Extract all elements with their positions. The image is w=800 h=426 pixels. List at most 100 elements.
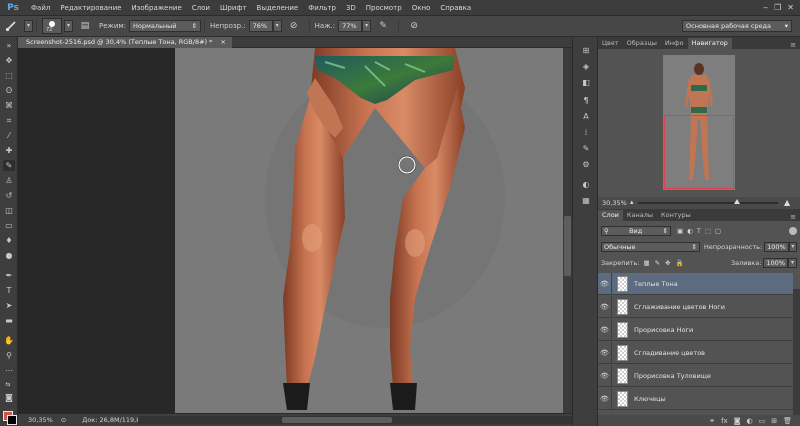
hand-tool-icon[interactable]: ✋: [3, 335, 15, 346]
character-panel-icon[interactable]: A: [580, 111, 592, 122]
3d-panel-icon[interactable]: ◈: [580, 61, 592, 72]
horizontal-scroll-thumb[interactable]: [282, 417, 392, 423]
link-layers-icon[interactable]: ⚭: [709, 417, 715, 425]
mode-select[interactable]: Нормальный ⇕: [129, 20, 202, 32]
layer-mask-icon[interactable]: ◙: [734, 417, 741, 425]
menu-type[interactable]: Шрифт: [215, 0, 252, 16]
zoom-tool-icon[interactable]: ⚲: [3, 350, 15, 361]
brush-tool-preset-icon[interactable]: [4, 19, 20, 33]
eyedropper-tool-icon[interactable]: ⁄: [3, 130, 15, 141]
background-color-swatch[interactable]: [7, 415, 17, 425]
menu-layers[interactable]: Слои: [187, 0, 215, 16]
menu-3d[interactable]: 3D: [341, 0, 361, 16]
brush-presets-icon[interactable]: ✎: [580, 143, 592, 154]
layer-opacity-dropdown[interactable]: ▾: [788, 242, 797, 252]
navigator-zoom-slider[interactable]: [638, 199, 778, 204]
layer-filter-select[interactable]: ⚲ Вид ⇕: [601, 226, 671, 236]
zoom-level[interactable]: 30,35%: [28, 416, 53, 424]
delete-layer-icon[interactable]: 🗑: [783, 417, 792, 425]
layer-row[interactable]: 👁 Прорисовка Ноги: [598, 318, 793, 341]
layer-row[interactable]: 👁 Сглаживание цветов Ноги: [598, 295, 793, 318]
brush-tool-icon[interactable]: ✎: [3, 160, 15, 171]
adjustment-layer-icon[interactable]: ◐: [747, 417, 753, 425]
new-layer-icon[interactable]: ⊞: [771, 417, 777, 425]
panel-menu-icon[interactable]: ≡: [790, 41, 800, 49]
layer-opacity-input[interactable]: 100%: [764, 242, 789, 252]
tab-swatches[interactable]: Образцы: [623, 38, 661, 49]
eye-icon[interactable]: 👁: [598, 295, 612, 318]
eye-icon[interactable]: 👁: [598, 341, 612, 364]
menu-help[interactable]: Справка: [435, 0, 476, 16]
restore-icon[interactable]: ❐: [774, 3, 781, 12]
fill-dropdown[interactable]: ▾: [788, 258, 797, 268]
layer-row[interactable]: 👁 Прорисовка Туловище: [598, 364, 793, 387]
path-selection-tool-icon[interactable]: ➤: [3, 300, 15, 311]
brush-panel-toggle-icon[interactable]: ▤: [77, 19, 93, 33]
type-tool-icon[interactable]: T: [3, 285, 15, 296]
blend-mode-select[interactable]: Обычные ⇕: [601, 242, 700, 252]
rectangle-tool-icon[interactable]: ▬: [3, 315, 15, 326]
swatches-panel-icon[interactable]: ◐: [580, 179, 592, 190]
pen-tool-icon[interactable]: ✒: [3, 270, 15, 281]
blur-tool-icon[interactable]: ♦: [3, 235, 15, 246]
workspace-select[interactable]: Основная рабочая среда ▾: [682, 20, 792, 32]
layers-scrollbar[interactable]: [793, 289, 800, 426]
menu-edit[interactable]: Редактирование: [55, 0, 126, 16]
eye-icon[interactable]: 👁: [598, 272, 612, 295]
pressure-size-icon[interactable]: ⊘: [406, 19, 422, 33]
paragraph-panel-icon[interactable]: ¶: [580, 95, 592, 106]
quick-select-tool-icon[interactable]: ⌘: [3, 100, 15, 111]
flow-slider-dropdown[interactable]: ▾: [362, 20, 372, 32]
tool-preset-dropdown[interactable]: ▾: [24, 20, 33, 32]
zoom-in-icon[interactable]: ▲: [784, 198, 790, 207]
eye-icon[interactable]: 👁: [598, 364, 612, 387]
zoom-options-icon[interactable]: ⊙: [61, 416, 66, 424]
horizontal-scrollbar[interactable]: [138, 416, 572, 424]
dodge-tool-icon[interactable]: ●: [3, 250, 15, 261]
eye-icon[interactable]: 👁: [598, 318, 612, 341]
history-brush-tool-icon[interactable]: ↺: [3, 190, 15, 201]
swap-colors-icon[interactable]: ⇆: [2, 379, 14, 390]
tab-layers[interactable]: Слои: [598, 210, 623, 221]
adjustments-panel-icon[interactable]: ⚙: [580, 159, 592, 170]
layers-menu-icon[interactable]: ≡: [790, 213, 800, 221]
gradient-tool-icon[interactable]: ▭: [3, 220, 15, 231]
quick-mask-icon[interactable]: ◙: [3, 392, 15, 403]
glyphs-panel-icon[interactable]: ⁞: [580, 127, 592, 138]
zoom-out-icon[interactable]: ▴: [630, 198, 634, 206]
extra-tool-icon[interactable]: ⋯: [3, 365, 15, 376]
tab-color[interactable]: Цвет: [598, 38, 623, 49]
filter-toggle-icon[interactable]: [789, 227, 797, 235]
brush-preset-dropdown[interactable]: ▾: [64, 20, 73, 32]
tab-paths[interactable]: Контуры: [657, 210, 695, 221]
lock-options-icons[interactable]: ▦✎✥🔒: [643, 259, 688, 267]
vertical-scrollbar[interactable]: [563, 48, 572, 413]
properties-panel-icon[interactable]: ◧: [580, 77, 592, 88]
lasso-tool-icon[interactable]: ʘ: [3, 85, 15, 96]
healing-brush-tool-icon[interactable]: ✚: [3, 145, 15, 156]
marquee-tool-icon[interactable]: ⬚: [3, 70, 15, 81]
styles-panel-icon[interactable]: ▦: [580, 195, 592, 206]
brush-preset-picker[interactable]: 72: [42, 18, 62, 34]
flow-input[interactable]: 77%: [338, 20, 363, 32]
layer-style-icon[interactable]: fx: [721, 417, 728, 425]
opacity-slider-dropdown[interactable]: ▾: [272, 20, 282, 32]
new-group-icon[interactable]: ▭: [759, 417, 766, 425]
move-tool-icon[interactable]: ✥: [3, 55, 15, 66]
menu-view[interactable]: Просмотр: [361, 0, 407, 16]
history-panel-icon[interactable]: ⊞: [580, 45, 592, 56]
menu-window[interactable]: Окно: [407, 0, 436, 16]
navigator-zoom-value[interactable]: 30,35%: [602, 199, 627, 207]
menu-select[interactable]: Выделение: [252, 0, 304, 16]
vertical-scroll-thumb[interactable]: [564, 216, 571, 276]
layer-row[interactable]: 👁 Теплые Тона: [598, 272, 793, 295]
tab-info[interactable]: Инфо: [661, 38, 688, 49]
menu-image[interactable]: Изображение: [126, 0, 186, 16]
airbrush-icon[interactable]: ✎: [375, 19, 391, 33]
tab-navigator[interactable]: Навигатор: [687, 38, 732, 49]
canvas-area[interactable]: [18, 48, 572, 413]
layer-filter-icons[interactable]: ▣◐T⬚▢: [677, 227, 725, 235]
document-tab[interactable]: Screenshot-2516.psd @ 30,4% (Теплые Тона…: [18, 37, 232, 48]
collapse-icon[interactable]: »: [3, 40, 15, 51]
minimize-icon[interactable]: ‒: [763, 3, 768, 12]
